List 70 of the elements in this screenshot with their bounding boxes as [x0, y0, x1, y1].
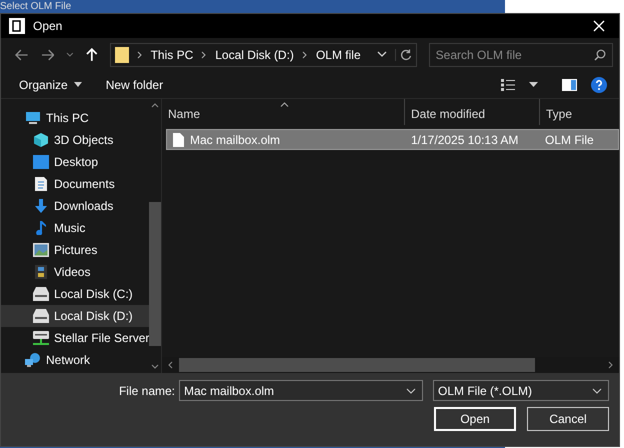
address-bar[interactable]: This PC Local Disk (D:) OLM file [110, 42, 417, 66]
date-modified: 1/17/2025 10:13 AM [410, 132, 520, 146]
sidebar-item[interactable]: Network [1, 349, 150, 371]
picture-icon [33, 243, 49, 257]
view-options-icon[interactable] [501, 78, 515, 90]
column-header[interactable]: Date modified [405, 99, 540, 125]
organize-button[interactable]: Organize [19, 76, 82, 94]
chevron-right-icon [201, 50, 208, 58]
window-title: Open [33, 19, 62, 33]
video-icon [33, 265, 49, 279]
document-icon [33, 177, 49, 191]
file-name: Mac mailbox.olm [190, 132, 280, 146]
chevron-down-icon[interactable] [376, 51, 387, 58]
file-type: OLM File [544, 132, 595, 146]
sidebar-item[interactable]: Local Disk (D:) [1, 305, 150, 327]
refresh-icon[interactable] [394, 48, 412, 60]
folder-icon [114, 46, 129, 62]
network-icon [25, 353, 41, 367]
column-header[interactable]: Type [540, 99, 619, 125]
caret-icon [74, 82, 82, 87]
sidebar-item[interactable]: Local Disk (C:) [1, 283, 150, 305]
file-name-label: File name: [118, 384, 175, 398]
sort-caret-icon [280, 102, 289, 107]
cube-icon [33, 133, 49, 147]
column-header[interactable]: Name [162, 99, 405, 125]
cancel-button[interactable]: Cancel [527, 407, 609, 431]
open-button[interactable]: Open [434, 407, 516, 431]
sidebar-item[interactable]: Desktop [1, 151, 150, 173]
pc-icon [25, 111, 41, 125]
drive-icon [33, 309, 49, 323]
file-type-dropdown[interactable]: OLM File (*.OLM) [433, 380, 609, 401]
chevron-down-icon[interactable] [151, 364, 160, 369]
new-folder-button[interactable]: New folder [106, 76, 164, 94]
sidebar-item[interactable]: Documents [1, 173, 150, 195]
file-icon [173, 132, 184, 146]
sidebar-item[interactable]: 3D Objects [1, 129, 150, 151]
chevron-down-icon[interactable] [592, 388, 602, 394]
help-icon[interactable] [591, 76, 607, 92]
sidebar-item[interactable]: Downloads [1, 195, 150, 217]
server-icon [33, 331, 49, 345]
download-icon [33, 199, 49, 213]
search-field[interactable]: Search OLM file [428, 42, 613, 66]
chevron-down-icon[interactable] [406, 388, 416, 394]
sidebar-item[interactable]: This PC [1, 107, 150, 129]
music-icon [33, 221, 49, 235]
chevron-up-icon[interactable] [151, 103, 160, 108]
chevron-left-icon[interactable] [168, 361, 173, 369]
chevron-right-icon [302, 50, 308, 58]
file-name-field[interactable]: Mac mailbox.olm [179, 380, 423, 401]
chevron-right-icon [136, 50, 143, 58]
breadcrumb-item[interactable]: This PC [150, 48, 194, 62]
breadcrumb-item[interactable]: OLM file [316, 48, 361, 62]
background-window-title: Select OLM File [0, 0, 72, 13]
up-arrow-icon[interactable] [86, 48, 98, 62]
sidebar-item[interactable]: Pictures [1, 239, 150, 261]
drive-icon [33, 287, 49, 301]
breadcrumb-item[interactable]: Local Disk (D:) [215, 48, 294, 62]
search-icon [594, 48, 606, 60]
sidebar-item[interactable]: Music [1, 217, 150, 239]
desktop-icon [33, 155, 49, 169]
sidebar-item[interactable]: Videos [1, 261, 150, 283]
close-icon[interactable] [593, 20, 605, 32]
forward-arrow-icon[interactable] [40, 48, 54, 60]
back-arrow-icon[interactable] [15, 48, 29, 60]
app-icon [9, 18, 25, 34]
chevron-right-icon[interactable] [608, 361, 613, 369]
caret-icon[interactable] [529, 82, 538, 87]
sidebar-item[interactable]: Stellar File Server [1, 327, 150, 349]
file-row[interactable]: Mac mailbox.olm 1/17/2025 10:13 AM OLM File [166, 129, 619, 150]
preview-pane-icon[interactable] [562, 78, 577, 90]
